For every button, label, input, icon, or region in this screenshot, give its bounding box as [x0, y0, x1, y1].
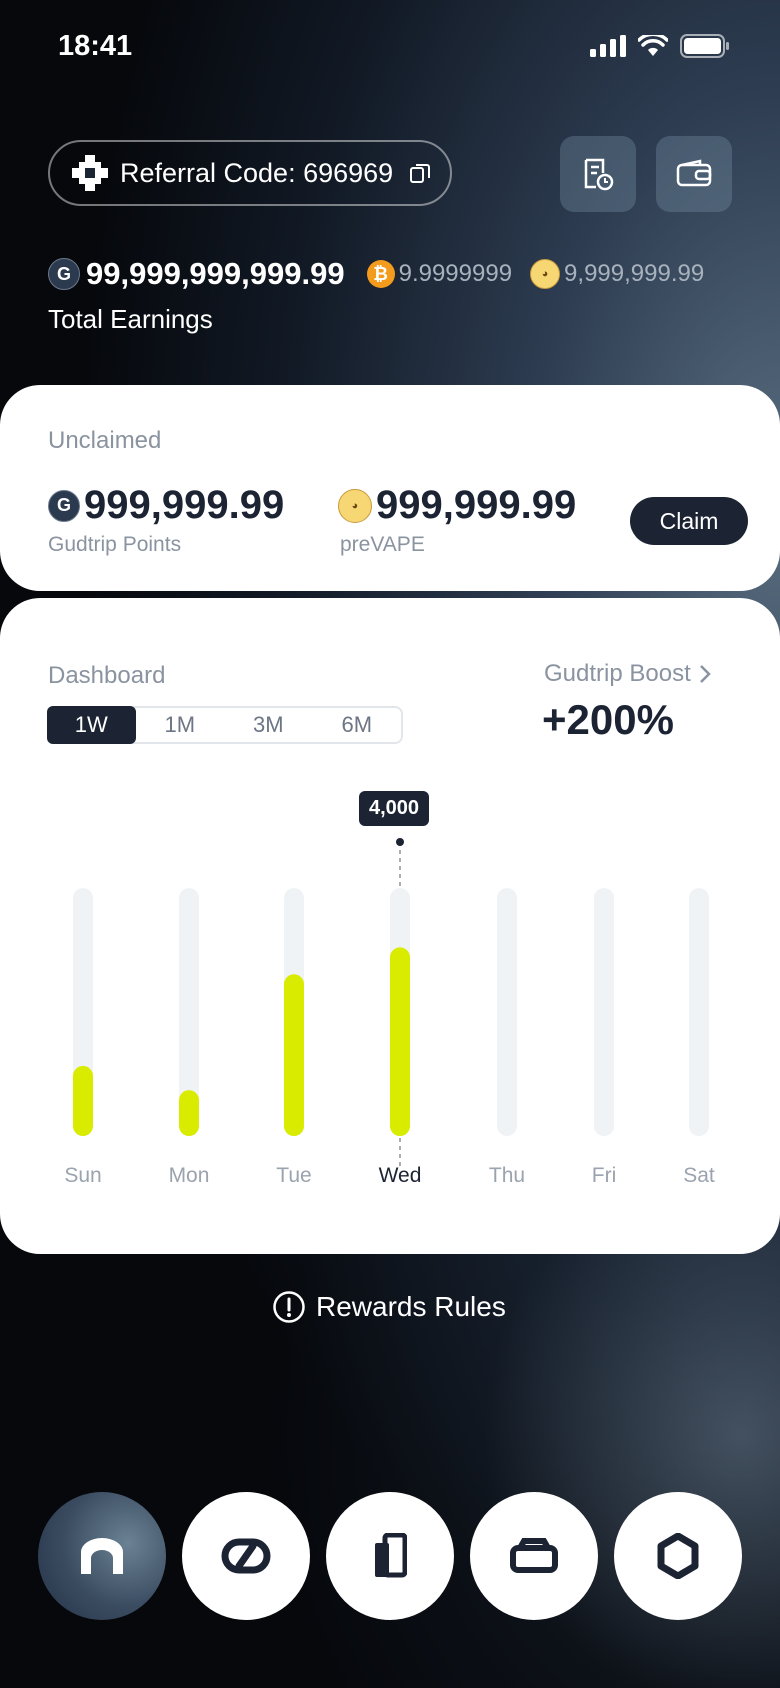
dashboard-card: Dashboard 1W 1M 3M 6M Gudtrip Boost +200% S… — [0, 598, 780, 1254]
x-label-mon[interactable]: Mon — [169, 1164, 210, 1187]
wallet-button[interactable] — [656, 136, 732, 212]
referral-code-label: Referral Code: 696969 — [120, 157, 394, 188]
receipt-clock-icon — [584, 158, 614, 191]
claim-button[interactable]: Claim — [630, 497, 748, 545]
hexagon-settings-icon — [657, 1533, 699, 1579]
rewards-rules-link[interactable]: Rewards Rules — [272, 1290, 506, 1324]
status-icons — [590, 34, 730, 58]
unclaimed-prevape-label: preVAPE — [340, 533, 425, 556]
x-label-fri[interactable]: Fri — [592, 1164, 617, 1187]
bar-track-thu — [497, 888, 517, 1136]
bar-sun[interactable] — [73, 1065, 93, 1136]
total-earnings-label: Total Earnings — [48, 304, 213, 334]
bar-wed[interactable] — [390, 947, 410, 1136]
box-icon — [510, 1538, 558, 1573]
nav-link[interactable] — [182, 1492, 310, 1620]
unclaimed-card: Unclaimed G 999,999.99 Gudtrip Points ◕ … — [0, 385, 780, 591]
wallet-icon — [676, 159, 712, 187]
unclaimed-points-label: Gudtrip Points — [48, 533, 182, 556]
nav-settings[interactable] — [614, 1492, 742, 1620]
rewards-rules-label: Rewards Rules — [316, 1291, 506, 1322]
history-button[interactable] — [560, 136, 636, 212]
status-time: 18:41 — [58, 30, 133, 62]
x-label-sat[interactable]: Sat — [683, 1164, 715, 1187]
nav-home[interactable] — [38, 1492, 166, 1620]
nav-store[interactable] — [470, 1492, 598, 1620]
referral-code-pill[interactable]: Referral Code: 696969 — [48, 140, 452, 206]
arch-home-icon — [81, 1538, 123, 1574]
nav-device[interactable] — [326, 1492, 454, 1620]
wifi-icon — [638, 35, 668, 56]
prevape-coin-icon: ◕ — [530, 259, 561, 289]
total-earnings-value: 99,999,999,999.99 — [86, 256, 345, 291]
device-icon — [375, 1533, 407, 1578]
network-logo-icon — [72, 155, 108, 191]
weekly-bar-chart: Sun Mon Tue Wed Thu Fri Sat — [64, 838, 715, 1187]
info-circle-icon — [273, 1291, 305, 1323]
prevape-coin-icon: ◕ — [338, 488, 372, 523]
unclaimed-prevape-value: 999,999.99 — [376, 483, 577, 527]
copy-icon[interactable] — [409, 162, 431, 184]
chart-tooltip: 4,000 — [359, 791, 430, 826]
bar-track-fri — [594, 888, 614, 1136]
unclaimed-prevape: ◕ 999,999.99 — [338, 483, 576, 528]
bar-track-sat — [689, 888, 709, 1136]
total-earnings-row: G 99,999,999,999.99 ₿ 9.9999999 ◕ 9,999,… — [48, 256, 704, 292]
battery-icon — [680, 34, 729, 58]
signal-icon — [590, 35, 626, 57]
status-bar: 18:41 — [0, 0, 780, 96]
btc-earnings-value: 9.9999999 — [398, 260, 513, 287]
selected-indicator-dot — [396, 838, 404, 846]
gudtrip-coin-icon: G — [48, 258, 80, 290]
unclaimed-points-value: 999,999.99 — [84, 483, 285, 527]
bar-mon[interactable] — [179, 1090, 199, 1136]
bar-tue[interactable] — [284, 974, 304, 1136]
x-label-sun[interactable]: Sun — [64, 1164, 101, 1187]
x-label-wed[interactable]: Wed — [379, 1164, 422, 1187]
bitcoin-coin-icon: ₿ — [366, 260, 395, 288]
unclaimed-title: Unclaimed — [48, 427, 162, 454]
link-loop-icon — [221, 1538, 271, 1574]
prevape-earnings-value: 9,999,999.99 — [564, 260, 705, 287]
x-label-thu[interactable]: Thu — [489, 1164, 525, 1187]
x-label-tue[interactable]: Tue — [276, 1164, 311, 1187]
unclaimed-points: G 999,999.99 — [48, 483, 284, 528]
gudtrip-coin-icon: G — [48, 489, 80, 522]
